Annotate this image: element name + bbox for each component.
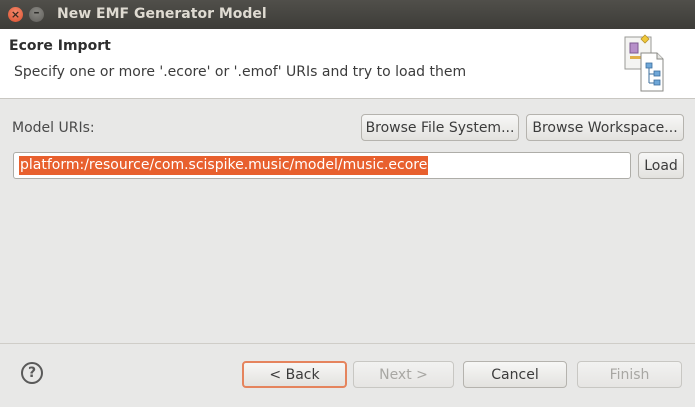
wizard-header: Ecore Import Specify one or more '.ecore… bbox=[0, 29, 695, 99]
minimize-window-button[interactable]: – bbox=[29, 5, 44, 22]
browse-workspace-button[interactable]: Browse Workspace... bbox=[526, 114, 684, 141]
page-description: Specify one or more '.ecore' or '.emof' … bbox=[14, 64, 467, 80]
close-window-button[interactable]: × bbox=[8, 7, 23, 22]
help-icon[interactable]: ? bbox=[21, 362, 43, 384]
finish-button[interactable]: Finish bbox=[577, 361, 682, 388]
browse-file-system-button[interactable]: Browse File System... bbox=[361, 114, 519, 141]
model-uri-value: platform:/resource/com.scispike.music/mo… bbox=[19, 156, 429, 175]
window-title: New EMF Generator Model bbox=[57, 6, 267, 22]
close-icon: × bbox=[10, 8, 21, 21]
cancel-button[interactable]: Cancel bbox=[463, 361, 567, 388]
footer-divider bbox=[0, 343, 695, 344]
back-button[interactable]: < Back bbox=[242, 361, 347, 388]
window-titlebar: × – New EMF Generator Model bbox=[0, 0, 695, 29]
load-button[interactable]: Load bbox=[638, 152, 684, 179]
next-button[interactable]: Next > bbox=[353, 361, 454, 388]
page-title: Ecore Import bbox=[9, 38, 111, 54]
model-uri-input[interactable]: platform:/resource/com.scispike.music/mo… bbox=[13, 152, 631, 179]
model-uris-label: Model URIs: bbox=[12, 120, 95, 136]
minimize-icon: – bbox=[33, 5, 40, 19]
ecore-wizard-icon bbox=[624, 34, 664, 92]
